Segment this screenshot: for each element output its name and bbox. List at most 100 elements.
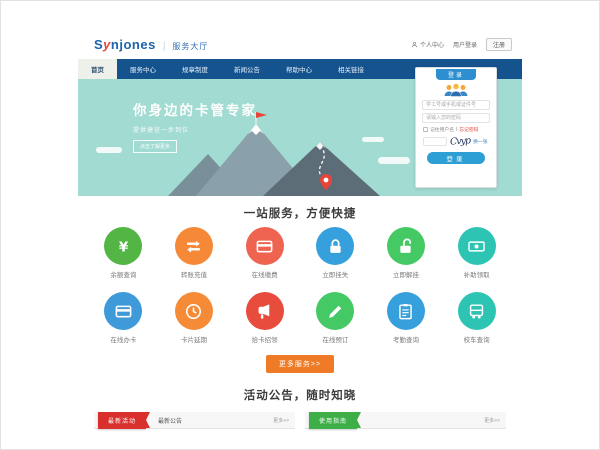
- services-grid: ¥ 余额查询 转账充值 在线缴费: [88, 227, 512, 344]
- nav-item-links[interactable]: 相关链接: [325, 59, 377, 79]
- service-item-lost-found[interactable]: 拾卡招领: [229, 292, 300, 344]
- top-header: Synjones | 服务大厅 个人中心 用户登录 注册: [78, 29, 522, 59]
- flag-icon: [256, 112, 267, 118]
- lock-icon: [326, 237, 345, 256]
- nav-item-home[interactable]: 首页: [78, 59, 117, 79]
- megaphone-icon: [255, 302, 274, 321]
- service-circle[interactable]: ¥: [104, 227, 142, 265]
- captcha-input[interactable]: [423, 137, 447, 146]
- remember-checkbox[interactable]: [423, 127, 428, 132]
- service-item-apply-card[interactable]: 在线办卡: [88, 292, 159, 344]
- service-item-transfer[interactable]: 转账充值: [159, 227, 230, 279]
- service-circle[interactable]: [458, 292, 496, 330]
- service-circle[interactable]: [387, 292, 425, 330]
- more-services-wrap: 更多服务>>: [78, 353, 522, 373]
- tab-usage-guide[interactable]: 使用指南: [309, 412, 357, 429]
- announcements-title: 活动公告，随时知晓: [78, 387, 522, 403]
- tab-latest-activities[interactable]: 最新活动: [98, 412, 146, 429]
- service-label: 拾卡招领: [252, 334, 278, 344]
- service-label: 在线办卡: [110, 334, 136, 344]
- username-input[interactable]: [422, 100, 490, 110]
- nav-item-news[interactable]: 新闻公告: [221, 59, 273, 79]
- forgot-password-link[interactable]: 忘记密码: [459, 126, 478, 133]
- hero-copy: 你身边的卡管专家 提供捷径一步到位 点击了解更多: [133, 99, 257, 153]
- service-circle[interactable]: [175, 227, 213, 265]
- transfer-icon: [184, 237, 203, 256]
- hero-banner: 你身边的卡管专家 提供捷径一步到位 点击了解更多: [78, 79, 522, 196]
- service-label: 在线预订: [322, 334, 348, 344]
- service-item-balance[interactable]: ¥ 余额查询: [88, 227, 159, 279]
- services-title: 一站服务，方便快捷: [78, 205, 522, 221]
- login-tab[interactable]: 登录: [436, 69, 476, 80]
- panel-activities-head: 最新活动 最新公告 更多>>: [94, 412, 295, 429]
- service-item-unfreeze[interactable]: 立即解挂: [371, 227, 442, 279]
- captcha-row: Cvyp 换一张: [423, 136, 489, 147]
- announcement-panels: 最新活动 最新公告 更多>> 使用指南 更多>>: [94, 412, 506, 450]
- service-item-payment[interactable]: 在线缴费: [229, 227, 300, 279]
- service-circle[interactable]: [316, 292, 354, 330]
- nav-item-help[interactable]: 帮助中心: [273, 59, 325, 79]
- user-login-link[interactable]: 用户登录: [453, 40, 477, 49]
- remember-row: 记住用户名 | 忘记密码: [423, 126, 489, 133]
- service-circle[interactable]: [387, 227, 425, 265]
- service-item-card-extension[interactable]: 卡片延期: [159, 292, 230, 344]
- service-circle[interactable]: [246, 227, 284, 265]
- service-circle[interactable]: [246, 292, 284, 330]
- separator: |: [456, 127, 457, 132]
- logo-accent: y: [103, 37, 111, 52]
- service-circle[interactable]: [316, 227, 354, 265]
- page-column: Synjones | 服务大厅 个人中心 用户登录 注册 首页 服务中心 规章制…: [78, 29, 522, 450]
- panel-guide-head: 使用指南 更多>>: [305, 412, 506, 429]
- card-icon: [255, 237, 274, 256]
- hero-more-button[interactable]: 点击了解更多: [133, 140, 177, 153]
- service-label: 补助领取: [464, 269, 490, 279]
- service-label: 考勤查询: [393, 334, 419, 344]
- personal-center-link[interactable]: 个人中心: [411, 40, 444, 49]
- service-item-subsidy[interactable]: 补助领取: [441, 227, 512, 279]
- service-circle[interactable]: [458, 227, 496, 265]
- announcements-section: 活动公告，随时知晓 最新活动 最新公告 更多>> 使用指南 更多>>: [78, 387, 522, 450]
- panel-activities-body: [94, 429, 295, 450]
- service-item-attendance[interactable]: 考勤查询: [371, 292, 442, 344]
- service-item-school-bus[interactable]: 校车查询: [441, 292, 512, 344]
- card-icon: [114, 302, 133, 321]
- cloud-icon: [96, 147, 122, 153]
- captcha-refresh-link[interactable]: 换一张: [473, 138, 487, 145]
- service-circle[interactable]: [175, 292, 213, 330]
- header-links: 个人中心 用户登录 注册: [411, 38, 512, 51]
- login-panel: 登录 记住用户名 | 忘记密码: [415, 67, 497, 188]
- more-services-button[interactable]: 更多服务>>: [266, 355, 334, 373]
- more-link[interactable]: 更多>>: [273, 417, 289, 424]
- yen-icon: ¥: [114, 237, 133, 256]
- users-icon: [416, 83, 496, 97]
- bus-icon: [467, 302, 486, 321]
- service-label: 立即解挂: [393, 269, 419, 279]
- nav-item-rules[interactable]: 规章制度: [169, 59, 221, 79]
- service-label: 余额查询: [110, 269, 136, 279]
- nav-item-service-center[interactable]: 服务中心: [117, 59, 169, 79]
- captcha-image[interactable]: Cvyp: [450, 135, 471, 147]
- page-canvas: Synjones | 服务大厅 个人中心 用户登录 注册 首页 服务中心 规章制…: [0, 0, 600, 450]
- register-button[interactable]: 注册: [486, 38, 512, 51]
- personal-center-label: 个人中心: [420, 40, 444, 49]
- password-input[interactable]: [422, 113, 490, 123]
- login-submit-button[interactable]: 登录: [427, 152, 485, 164]
- service-item-report-loss[interactable]: 立即挂失: [300, 227, 371, 279]
- service-circle[interactable]: [104, 292, 142, 330]
- service-label: 卡片延期: [181, 334, 207, 344]
- brand-logo[interactable]: Synjones | 服务大厅: [94, 37, 208, 52]
- more-link[interactable]: 更多>>: [484, 417, 500, 424]
- logo-text: Synjones: [94, 37, 156, 52]
- panel-guide-body: [305, 429, 506, 450]
- clipboard-icon: [396, 302, 415, 321]
- services-section: 一站服务，方便快捷 ¥ 余额查询 转账充值: [78, 196, 522, 373]
- pencil-icon: [326, 302, 345, 321]
- svg-text:¥: ¥: [119, 240, 129, 255]
- hero-title: 你身边的卡管专家: [133, 99, 257, 119]
- service-label: 校车查询: [464, 334, 490, 344]
- tab-latest-announcements[interactable]: 最新公告: [158, 416, 182, 425]
- logo-divider: |: [163, 41, 166, 52]
- banknote-icon: [467, 237, 486, 256]
- service-item-reservation[interactable]: 在线预订: [300, 292, 371, 344]
- unlock-icon: [396, 237, 415, 256]
